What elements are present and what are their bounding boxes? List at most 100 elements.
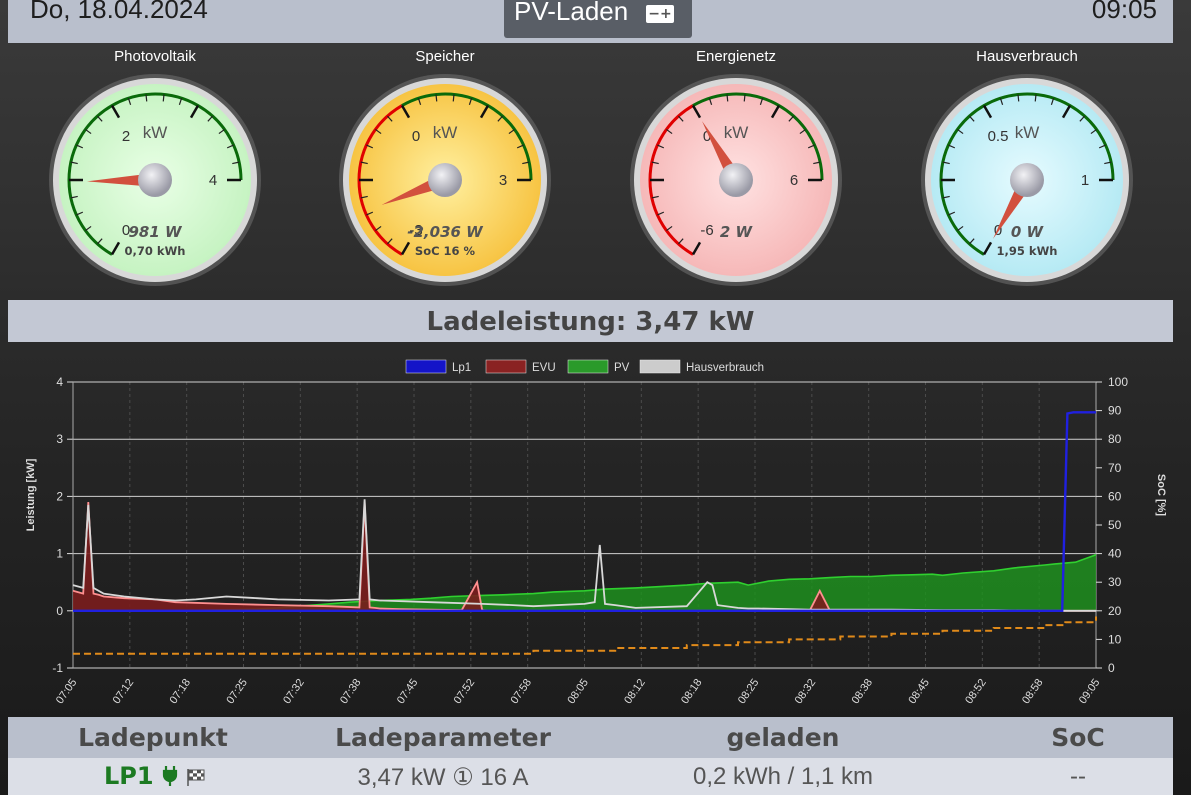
gauge-unit: kW — [143, 123, 168, 142]
y2-tick-label: 40 — [1108, 547, 1122, 561]
y-tick-label: 3 — [56, 432, 63, 446]
header-geladen: geladen — [726, 723, 840, 752]
gauge-scale-label: 6 — [790, 172, 798, 189]
ladepunkt-cell[interactable]: LP1 — [104, 762, 214, 790]
gauge-scale-label: 2 — [122, 128, 130, 145]
gauge-speicher[interactable]: Speicher -3 0 3 kW -2,036 W SoC 16 % — [330, 44, 560, 294]
y2-axis-title: SoC [%] — [1155, 474, 1167, 517]
x-tick-label: 08:45 — [906, 677, 932, 706]
x-tick-label: 09:05 — [1077, 677, 1103, 706]
x-tick-label: 07:45 — [395, 677, 421, 706]
y2-tick-label: 60 — [1108, 489, 1122, 503]
legend-label: EVU — [532, 362, 556, 374]
y2-tick-label: 0 — [1108, 661, 1115, 675]
geladen-cell: 0,2 kWh / 1,1 km — [692, 763, 874, 790]
power-chart[interactable]: 07:05 07:12 07:18 07:25 07:32 07:38 07:45 07:52… — [20, 352, 1170, 712]
gauge-title: Energienetz — [695, 48, 777, 65]
gauge-dial: 024kW981 W0,70 kWh — [49, 74, 261, 286]
x-tick-label: 08:32 — [793, 677, 819, 706]
y-tick-label: 0 — [56, 604, 63, 618]
gauge-dial: -606kW2 W — [630, 74, 842, 286]
x-tick-label: 07:52 — [452, 677, 478, 706]
y2-tick-label: 20 — [1108, 604, 1122, 618]
gauge-subvalue: SoC 16 % — [415, 244, 476, 258]
y2-tick-label: 70 — [1108, 461, 1122, 475]
gauge-minor-tick — [435, 94, 438, 102]
ladeparameter-cell: 3,47 kW ① 16 A — [357, 764, 529, 791]
gauge-value: 2 W — [720, 223, 754, 241]
gauge-minor-tick — [743, 94, 746, 102]
gauge-scale-label: -6 — [700, 222, 713, 239]
y-tick-label: 1 — [56, 547, 63, 561]
gauge-unit: kW — [433, 123, 458, 142]
gauge-hub — [1010, 163, 1044, 197]
gauge-hub — [719, 163, 753, 197]
gauge-title: Photovoltaik — [114, 48, 196, 65]
mode-button[interactable]: PV-Laden −+ — [504, 0, 692, 38]
gauge-hub — [428, 163, 462, 197]
date-label: Do, 18.04.2024 — [30, 0, 208, 24]
header-bar: Do, 18.04.2024 PV-Laden −+ 09:05 — [8, 0, 1173, 43]
x-tick-label: 08:58 — [1020, 677, 1046, 706]
ladepunkt-label: LP1 — [104, 762, 154, 790]
x-tick-label: 08:52 — [963, 677, 989, 706]
x-tick-label: 08:05 — [565, 677, 591, 706]
ladepunkt-table: Ladepunkt Ladeparameter geladen SoC LP1 … — [8, 717, 1173, 795]
time-label: 09:05 — [1091, 0, 1157, 24]
legend-swatch — [405, 359, 447, 374]
gauge-subvalue: 1,95 kWh — [997, 244, 1058, 258]
y-axis-title: Leistung [kW] — [25, 458, 37, 531]
gauge-photovoltaik[interactable]: Photovoltaik 0 2 4 kW 981 W 0,70 kWh — [40, 44, 270, 294]
gauge-scale-label: 1 — [1081, 172, 1089, 189]
table-header: Ladepunkt Ladeparameter geladen SoC — [8, 717, 1173, 758]
gauge-value: 0 W — [1011, 223, 1045, 241]
y-tick-label: 4 — [56, 375, 63, 389]
y2-tick-label: 10 — [1108, 632, 1122, 646]
legend-swatch — [639, 359, 681, 374]
flag-icon — [187, 769, 205, 786]
gauge-hub — [138, 163, 172, 197]
header-ladeparameter: Ladeparameter — [335, 723, 551, 752]
x-tick-label: 07:25 — [224, 677, 250, 706]
gauge-subvalue: 0,70 kWh — [125, 244, 186, 258]
gauge-minor-tick — [162, 94, 165, 102]
x-tick-label: 07:18 — [168, 677, 194, 706]
x-tick-label: 07:05 — [54, 677, 80, 706]
legend-label: PV — [614, 362, 630, 374]
y2-tick-label: 80 — [1108, 432, 1122, 446]
x-tick-label: 07:38 — [338, 677, 364, 706]
gauge-dial: 00.51kW0 W1,95 kWh — [921, 74, 1133, 286]
gauge-hausverbrauch[interactable]: Hausverbrauch 00.51kW0 W1,95 kWh — [912, 44, 1142, 294]
y2-tick-label: 90 — [1108, 404, 1122, 418]
gauge-minor-tick — [1017, 94, 1020, 102]
legend-label: Lp1 — [452, 362, 471, 374]
gauge-scale-label: 3 — [499, 172, 507, 189]
x-tick-label: 07:32 — [281, 677, 307, 706]
gauge-value: 981 W — [128, 223, 183, 241]
chart-svg: 07:05 07:12 07:18 07:25 07:32 07:38 07:45 07:52… — [25, 359, 1167, 706]
x-tick-label: 07:12 — [111, 677, 137, 706]
ladeleistung-bar: Ladeleistung: 3,47 kW — [8, 300, 1173, 342]
gauge-unit: kW — [1015, 123, 1040, 142]
gauge-energienetz[interactable]: Energienetz -6 0 6 kW 2 W — [621, 44, 851, 294]
legend-label: Hausverbrauch — [686, 362, 764, 374]
x-tick-label: 08:18 — [679, 677, 705, 706]
x-tick-label: 08:12 — [622, 677, 648, 706]
header-ladepunkt: Ladepunkt — [78, 723, 228, 752]
y-tick-label: 2 — [56, 489, 63, 503]
y2-tick-label: 50 — [1108, 518, 1122, 532]
table-row[interactable]: LP1 3,47 kW ① 16 A 0,2 kWh / 1,1 km -- — [8, 758, 1173, 795]
gauge-title: Hausverbrauch — [976, 48, 1078, 65]
plug-icon — [162, 766, 178, 786]
soc-cell: -- — [1070, 763, 1086, 790]
mode-label: PV-Laden — [514, 0, 629, 26]
y2-tick-label: 30 — [1108, 575, 1122, 589]
gauge-scale-label: 0.5 — [988, 128, 1009, 145]
gauge-unit: kW — [724, 123, 749, 142]
gauge-scale-label: 0 — [412, 128, 420, 145]
x-tick-label: 07:58 — [509, 677, 535, 706]
y-tick-label: -1 — [52, 661, 63, 675]
gauge-dial: -303kW-2,036 WSoC 16 % — [339, 74, 551, 286]
battery-icon: −+ — [646, 5, 674, 23]
gauge-scale-label: 4 — [209, 172, 217, 189]
